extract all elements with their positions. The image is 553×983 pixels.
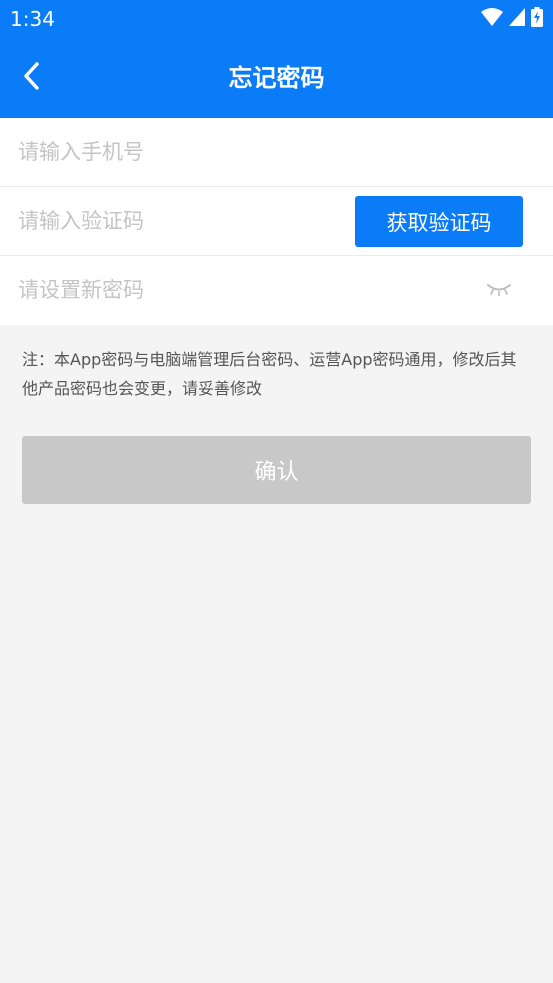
- chevron-left-icon: [22, 61, 42, 95]
- confirm-button[interactable]: 确认: [22, 436, 531, 504]
- app-bar: 忘记密码: [0, 38, 553, 118]
- status-icons: [481, 7, 543, 31]
- page-title: 忘记密码: [228, 64, 325, 92]
- new-password-input[interactable]: [18, 256, 458, 324]
- battery-charging-icon: [531, 7, 543, 31]
- cell-signal-icon: [509, 8, 525, 30]
- verification-code-input[interactable]: [18, 187, 338, 255]
- phone-input[interactable]: [18, 118, 533, 186]
- reset-password-form: 获取验证码: [0, 118, 553, 325]
- code-row: 获取验证码: [0, 187, 553, 256]
- password-row: [0, 256, 553, 325]
- phone-row: [0, 118, 553, 187]
- eye-closed-icon: [486, 281, 512, 301]
- get-code-button[interactable]: 获取验证码: [355, 196, 523, 247]
- back-button[interactable]: [10, 56, 54, 100]
- wifi-icon: [481, 8, 503, 30]
- password-note: 注：本App密码与电脑端管理后台密码、运营App密码通用，修改后其他产品密码也会…: [22, 350, 517, 398]
- status-bar: 1:34: [0, 0, 553, 38]
- status-time: 1:34: [10, 7, 55, 31]
- password-visibility-toggle[interactable]: [480, 274, 518, 308]
